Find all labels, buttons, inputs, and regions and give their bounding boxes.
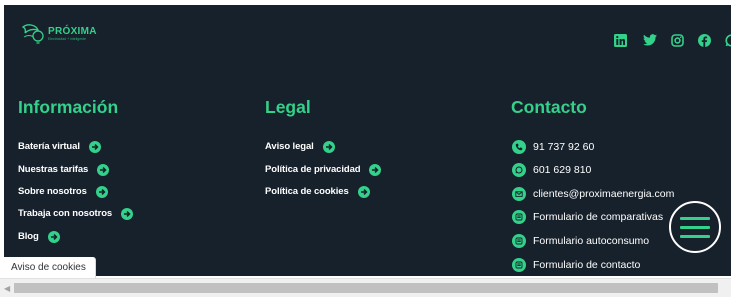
contact-label: Formulario de comparativas <box>533 211 664 223</box>
phone-icon <box>512 140 526 154</box>
hamburger-menu-icon <box>680 216 710 220</box>
contact-label: Formulario de contacto <box>533 259 641 271</box>
link-label: Sobre nosotros <box>18 186 87 197</box>
arrow-right-icon <box>322 141 335 153</box>
arrow-right-icon <box>47 231 60 243</box>
horizontal-scrollbar[interactable]: ◀ <box>0 278 731 297</box>
arrow-right-icon <box>121 208 134 220</box>
form-icon <box>512 234 526 248</box>
legal-title: Legal <box>265 97 311 117</box>
contact-whatsapp[interactable]: 601 629 810 <box>512 163 591 177</box>
brand-name: PRÓXIMA <box>48 26 97 37</box>
form-icon <box>512 258 526 272</box>
instagram-icon[interactable] <box>671 34 684 47</box>
link-blog[interactable]: Blog <box>18 231 60 243</box>
brand-logo[interactable]: PRÓXIMA Electricidad + inteligente <box>20 21 97 47</box>
contact-email[interactable]: clientes@proximaenergia.com <box>512 187 674 201</box>
form-icon <box>512 210 526 224</box>
contact-label: 91 737 92 60 <box>533 141 595 153</box>
leaf-bulb-logo-icon <box>21 24 44 44</box>
cookie-notice-tab[interactable]: Aviso de cookies <box>0 257 96 278</box>
contacto-title: Contacto <box>511 97 587 117</box>
contact-form-comparativas[interactable]: Formulario de comparativas <box>512 210 663 224</box>
link-label: Política de cookies <box>265 186 349 197</box>
link-sobre-nosotros[interactable]: Sobre nosotros <box>18 186 108 198</box>
link-label: Política de privacidad <box>265 164 361 175</box>
legal-column: Legal <box>265 97 311 117</box>
contact-form-autoconsumo[interactable]: Formulario autoconsumo <box>512 234 649 248</box>
link-nuestras-tarifas[interactable]: Nuestras tarifas <box>18 164 110 176</box>
link-politica-de-privacidad[interactable]: Política de privacidad <box>265 164 382 176</box>
contact-label: 601 629 810 <box>533 164 592 176</box>
link-label: Batería virtual <box>18 141 80 152</box>
contact-phone[interactable]: 91 737 92 60 <box>512 140 594 154</box>
linkedin-icon[interactable] <box>614 34 627 47</box>
arrow-right-icon <box>369 164 382 176</box>
contacto-column: Contacto <box>511 97 587 117</box>
hamburger-menu-button[interactable] <box>669 201 721 253</box>
link-label: Blog <box>18 231 39 242</box>
link-politica-de-cookies[interactable]: Política de cookies <box>265 186 370 198</box>
facebook-icon[interactable] <box>698 34 711 47</box>
link-aviso-legal[interactable]: Aviso legal <box>265 141 335 153</box>
twitter-icon[interactable] <box>643 34 657 46</box>
arrow-right-icon <box>88 141 101 153</box>
link-bateria-virtual[interactable]: Batería virtual <box>18 141 101 153</box>
link-label: Aviso legal <box>265 141 314 152</box>
link-trabaja-con-nosotros[interactable]: Trabaja con nosotros <box>18 208 134 220</box>
contact-label: clientes@proximaenergia.com <box>533 188 675 200</box>
site-footer: PRÓXIMA Electricidad + inteligente Infor… <box>4 5 731 276</box>
contact-form-contacto[interactable]: Formulario de contacto <box>512 258 640 272</box>
link-label: Trabaja con nosotros <box>18 208 113 219</box>
informacion-title: Información <box>18 97 119 117</box>
brand-tagline: Electricidad + inteligente <box>48 37 87 41</box>
arrow-right-icon <box>357 186 370 198</box>
whatsapp-icon <box>512 163 526 177</box>
scroll-left-arrow-icon[interactable]: ◀ <box>4 284 10 293</box>
whatsapp-icon[interactable] <box>725 34 731 47</box>
informacion-column: Información <box>18 97 118 117</box>
scrollbar-thumb[interactable] <box>14 283 718 293</box>
link-label: Nuestras tarifas <box>18 164 89 175</box>
email-icon <box>512 187 526 201</box>
arrow-right-icon <box>97 164 110 176</box>
arrow-right-icon <box>95 186 108 198</box>
contact-label: Formulario autoconsumo <box>533 235 650 247</box>
